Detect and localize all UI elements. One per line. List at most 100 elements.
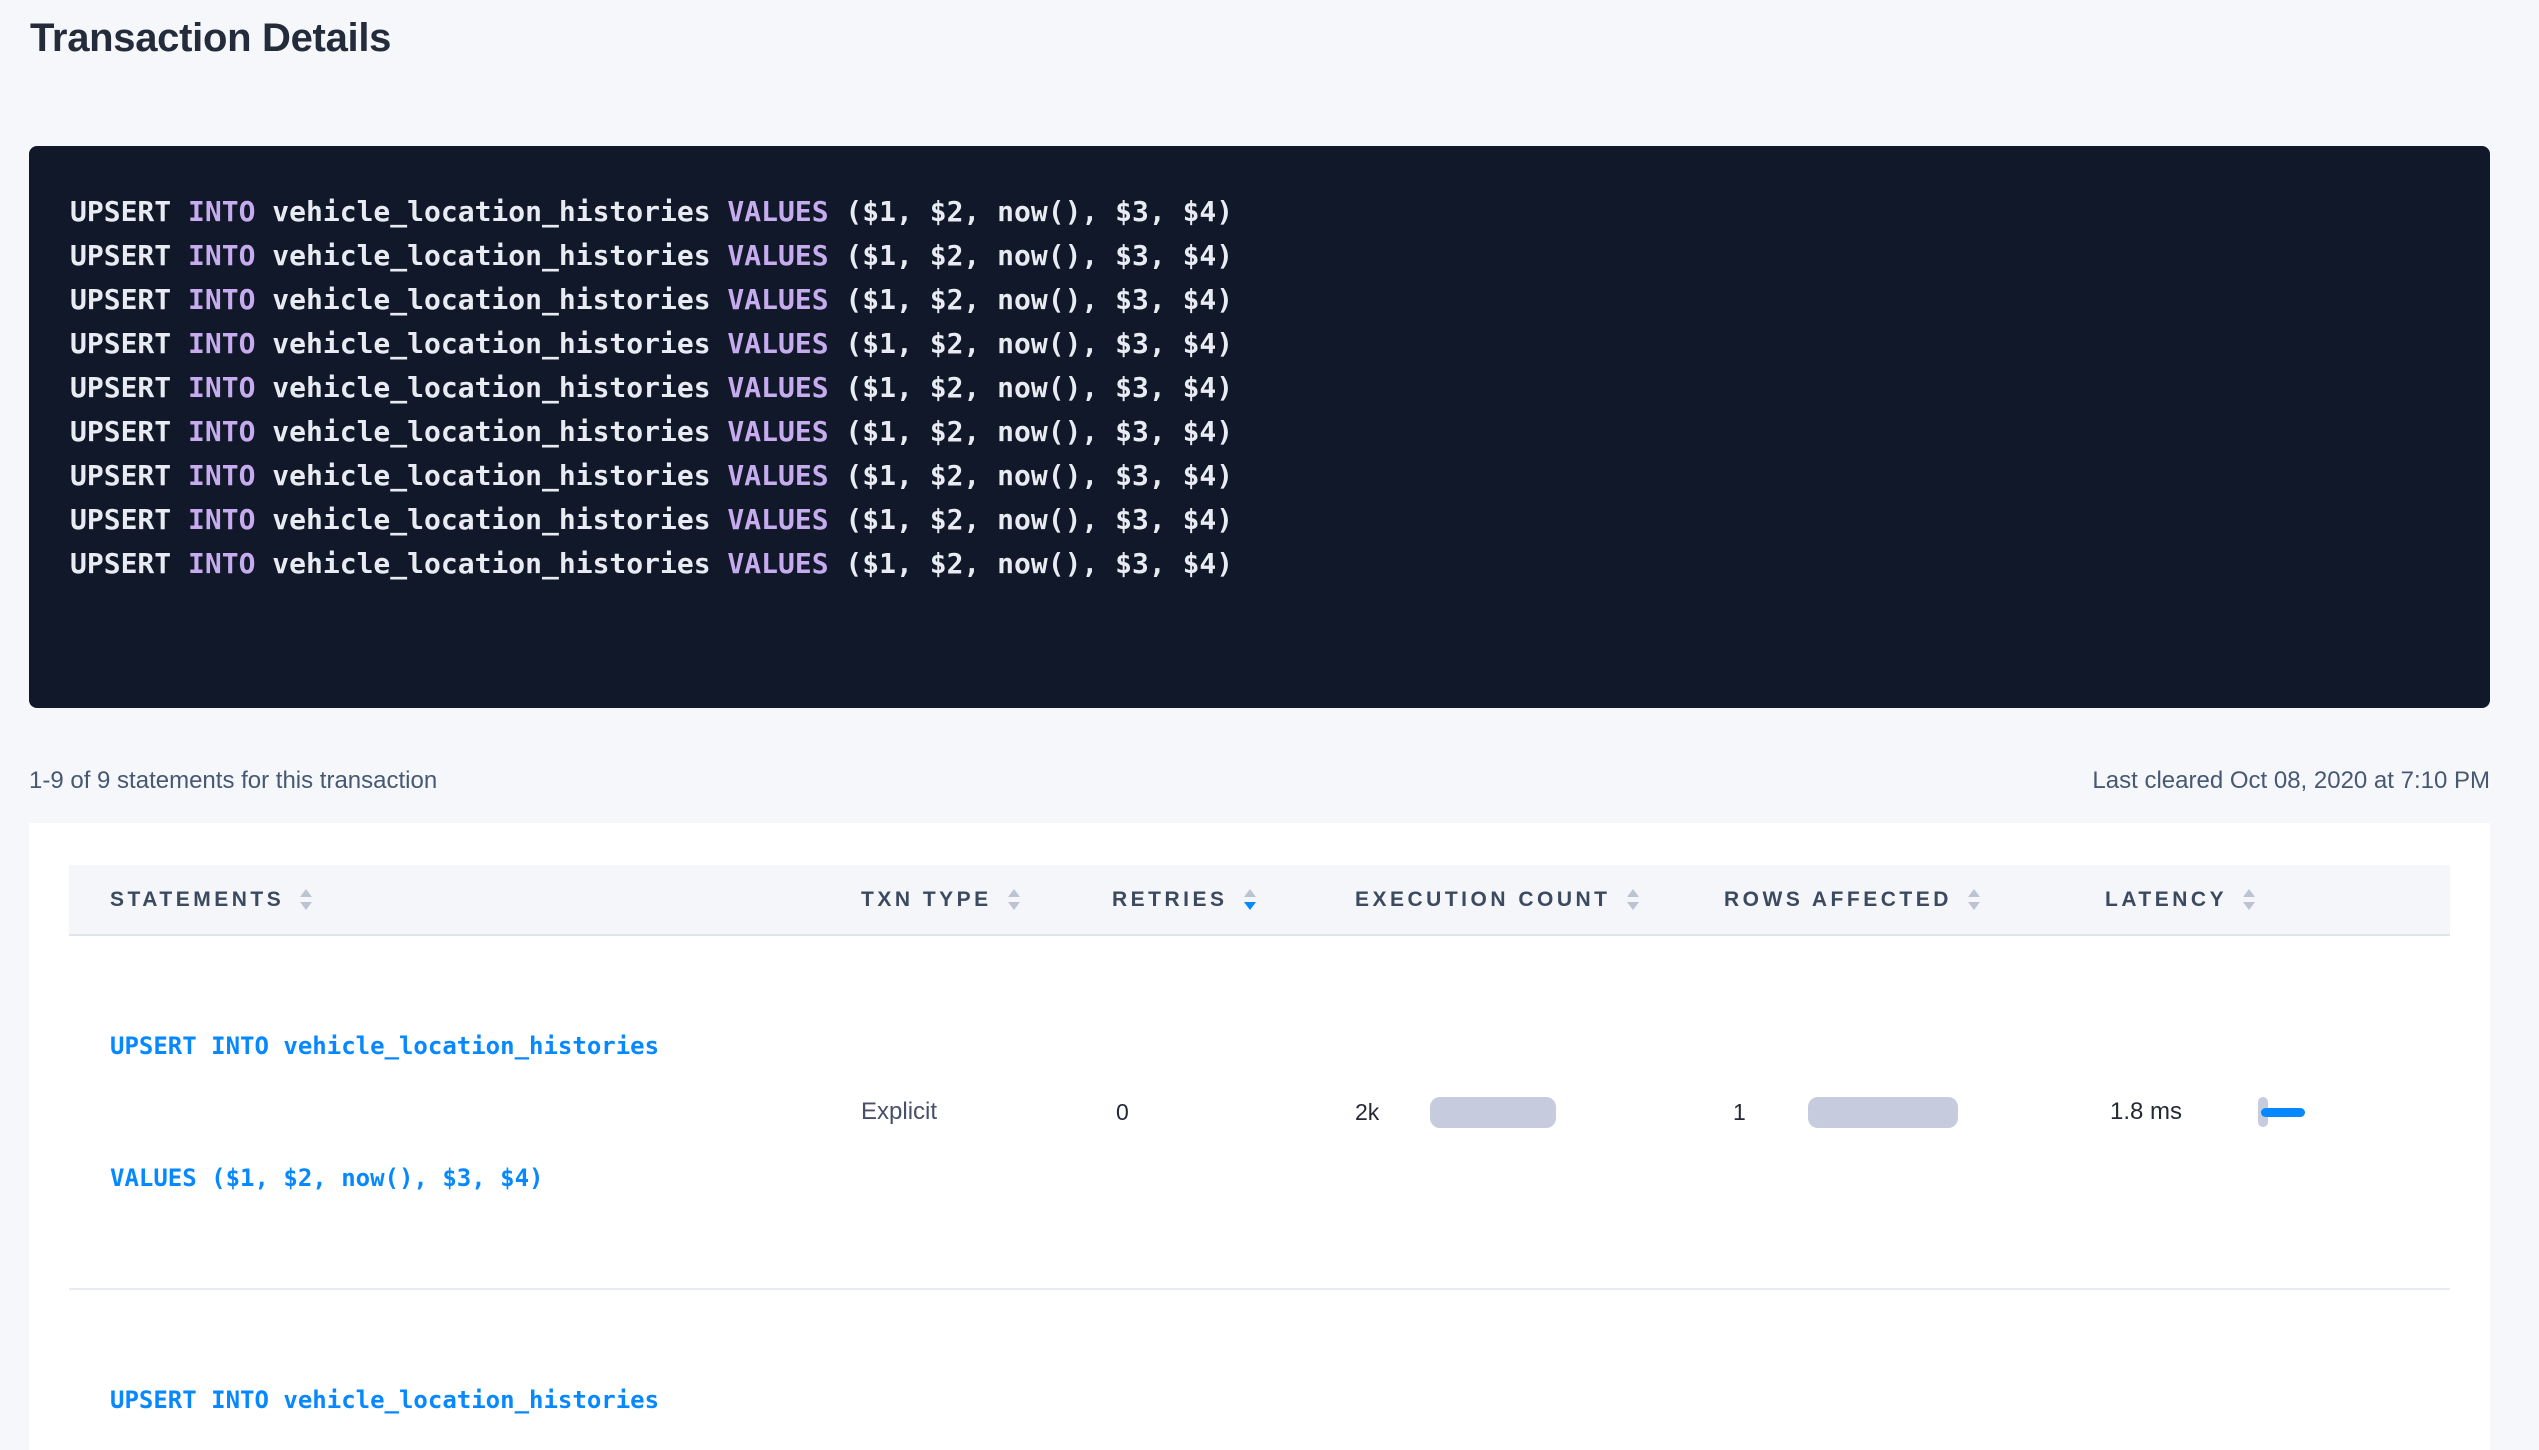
sql-keyword: UPSERT [70,459,171,492]
sql-params: ($1, $2, now(), $3, $4) [845,415,1233,448]
rows-affected-value: 1 [1724,1099,1808,1126]
sort-arrows-icon [1968,889,1980,910]
sql-statement-line: UPSERT INTO vehicle_location_histories VALU… [70,234,2450,278]
column-header-execution-count[interactable]: EXECUTION COUNT [1355,865,1724,935]
column-header-statements[interactable]: STATEMENTS [69,865,861,935]
sql-keyword: INTO [188,415,255,448]
sql-keyword: UPSERT [70,195,171,228]
sql-keyword: VALUES [727,547,828,580]
sql-params: ($1, $2, now(), $3, $4) [845,327,1233,360]
sql-keyword: UPSERT [70,283,171,316]
sql-statement-line: UPSERT INTO vehicle_location_histories VALU… [70,322,2450,366]
statement-link[interactable]: UPSERT INTO vehicle_location_histories V… [110,936,861,1288]
latency-cell: 1.8 ms [2105,935,2450,1289]
statement-line-2: VALUES ($1, $2, now(), $3, $4) [110,1156,861,1200]
sql-keyword: UPSERT [70,327,171,360]
column-label: LATENCY [2105,888,2227,912]
sql-params: ($1, $2, now(), $3, $4) [845,459,1233,492]
sort-arrows-icon [300,889,312,910]
column-label: STATEMENTS [110,888,284,912]
rows-affected-cell: 1 [1724,935,2105,1289]
sort-arrows-icon [2243,889,2255,910]
column-header-rows-affected[interactable]: ROWS AFFECTED [1724,865,2105,935]
sql-keyword: VALUES [727,415,828,448]
column-label: ROWS AFFECTED [1724,888,1952,912]
last-cleared-text: Last cleared Oct 08, 2020 at 7:10 PM [2092,767,2490,795]
txn-type-cell: Explicit [861,935,1112,1289]
column-header-retries[interactable]: RETRIES [1112,865,1355,935]
sql-keyword: INTO [188,547,255,580]
table-header-row: STATEMENTS TXN TYPE RETRIES [69,865,2450,935]
latency-bar [2261,1108,2305,1117]
column-header-txn-type[interactable]: TXN TYPE [861,865,1112,935]
rows-affected-bar [1808,1097,1958,1128]
latency-cell: 1.7 ms [2105,1289,2450,1450]
sql-params: ($1, $2, now(), $3, $4) [845,195,1233,228]
sql-table-name: vehicle_location_histories [272,195,710,228]
statements-table-card: STATEMENTS TXN TYPE RETRIES [29,823,2490,1450]
sql-keyword: UPSERT [70,371,171,404]
table-row: UPSERT INTO vehicle_location_histories V… [69,935,2450,1289]
latency-bar-chart [2258,1095,2328,1129]
statements-table-body: UPSERT INTO vehicle_location_histories V… [69,935,2450,1450]
sql-keyword: UPSERT [70,415,171,448]
column-label: RETRIES [1112,888,1228,912]
statement-link[interactable]: UPSERT INTO vehicle_location_histories V… [110,1290,861,1450]
execution-count-cell: 2k [1355,935,1724,1289]
sql-params: ($1, $2, now(), $3, $4) [845,371,1233,404]
sql-statement-line: UPSERT INTO vehicle_location_histories VALU… [70,410,2450,454]
retries-cell: 0 [1112,935,1355,1289]
sort-arrows-icon [1008,889,1020,910]
sql-keyword: VALUES [727,195,828,228]
statement-line-1: UPSERT INTO vehicle_location_histories [110,1378,861,1422]
sql-statement-line: UPSERTINTOvehicle_location_historiesVALU… [70,498,2450,542]
sql-params: ($1, $2, now(), $3, $4) [845,283,1233,316]
column-label: EXECUTION COUNT [1355,888,1611,912]
sql-keyword: INTO [188,195,255,228]
table-row: UPSERT INTO vehicle_location_histories V… [69,1289,2450,1450]
sql-params: ($1, $2, now(), $3, $4) [845,503,1233,536]
sql-keyword: INTO [188,371,255,404]
sql-keyword: VALUES [727,283,828,316]
sql-keyword: UPSERT [70,239,171,272]
txn-type-cell: Explicit [861,1289,1112,1450]
sql-statements-box: UPSERT INTO vehicle_location_histories VALU… [29,146,2490,708]
sql-keyword: VALUES [727,459,828,492]
sql-statement-line: UPSERT INTO vehicle_location_histories VALU… [70,366,2450,410]
sql-table-name: vehicle_location_histories [272,239,710,272]
sql-keyword: VALUES [727,503,828,536]
sql-table-name: vehicle_location_histories [272,547,710,580]
sql-table-name: vehicle_location_histories [272,415,710,448]
statements-table: STATEMENTS TXN TYPE RETRIES [69,865,2450,1450]
column-header-latency[interactable]: LATENCY [2105,865,2450,935]
rows-affected-cell: 1 [1724,1289,2105,1450]
sql-keyword: VALUES [727,371,828,404]
sql-table-name: vehicle_location_histories [272,503,710,536]
statement-line-1: UPSERT INTO vehicle_location_histories [110,1024,861,1068]
execution-count-value: 2k [1355,1099,1430,1126]
sql-params: ($1, $2, now(), $3, $4) [845,239,1233,272]
sql-keyword: VALUES [727,327,828,360]
sql-table-name: vehicle_location_histories [272,327,710,360]
sql-table-name: vehicle_location_histories [272,283,710,316]
sql-keyword: UPSERT [70,547,171,580]
summary-bar: 1-9 of 9 statements for this transaction… [29,760,2490,802]
column-label: TXN TYPE [861,888,992,912]
sql-keyword: INTO [188,503,255,536]
sql-keyword: INTO [188,239,255,272]
sql-keyword: INTO [188,327,255,360]
statements-range-text: 1-9 of 9 statements for this transaction [29,767,437,795]
sql-keyword: VALUES [727,239,828,272]
sql-keyword: INTO [188,459,255,492]
sort-arrows-icon [1244,889,1256,910]
sql-keyword: INTO [188,283,255,316]
sql-statement-line: UPSERT INTO vehicle_location_histories VALU… [70,190,2450,234]
sql-table-name: vehicle_location_histories [272,371,710,404]
sql-statement-line: UPSERT INTO vehicle_location_histories VALU… [70,278,2450,322]
retries-cell: 0 [1112,1289,1355,1450]
sql-statement-line: UPSERT INTO vehicle_location_histories VALU… [70,542,2450,586]
latency-value: 1.8 ms [2110,1098,2258,1126]
sort-arrows-icon [1627,889,1639,910]
sql-statement-line: UPSERT INTO vehicle_location_histories VALU… [70,454,2450,498]
sql-table-name: vehicle_location_histories [272,459,710,492]
